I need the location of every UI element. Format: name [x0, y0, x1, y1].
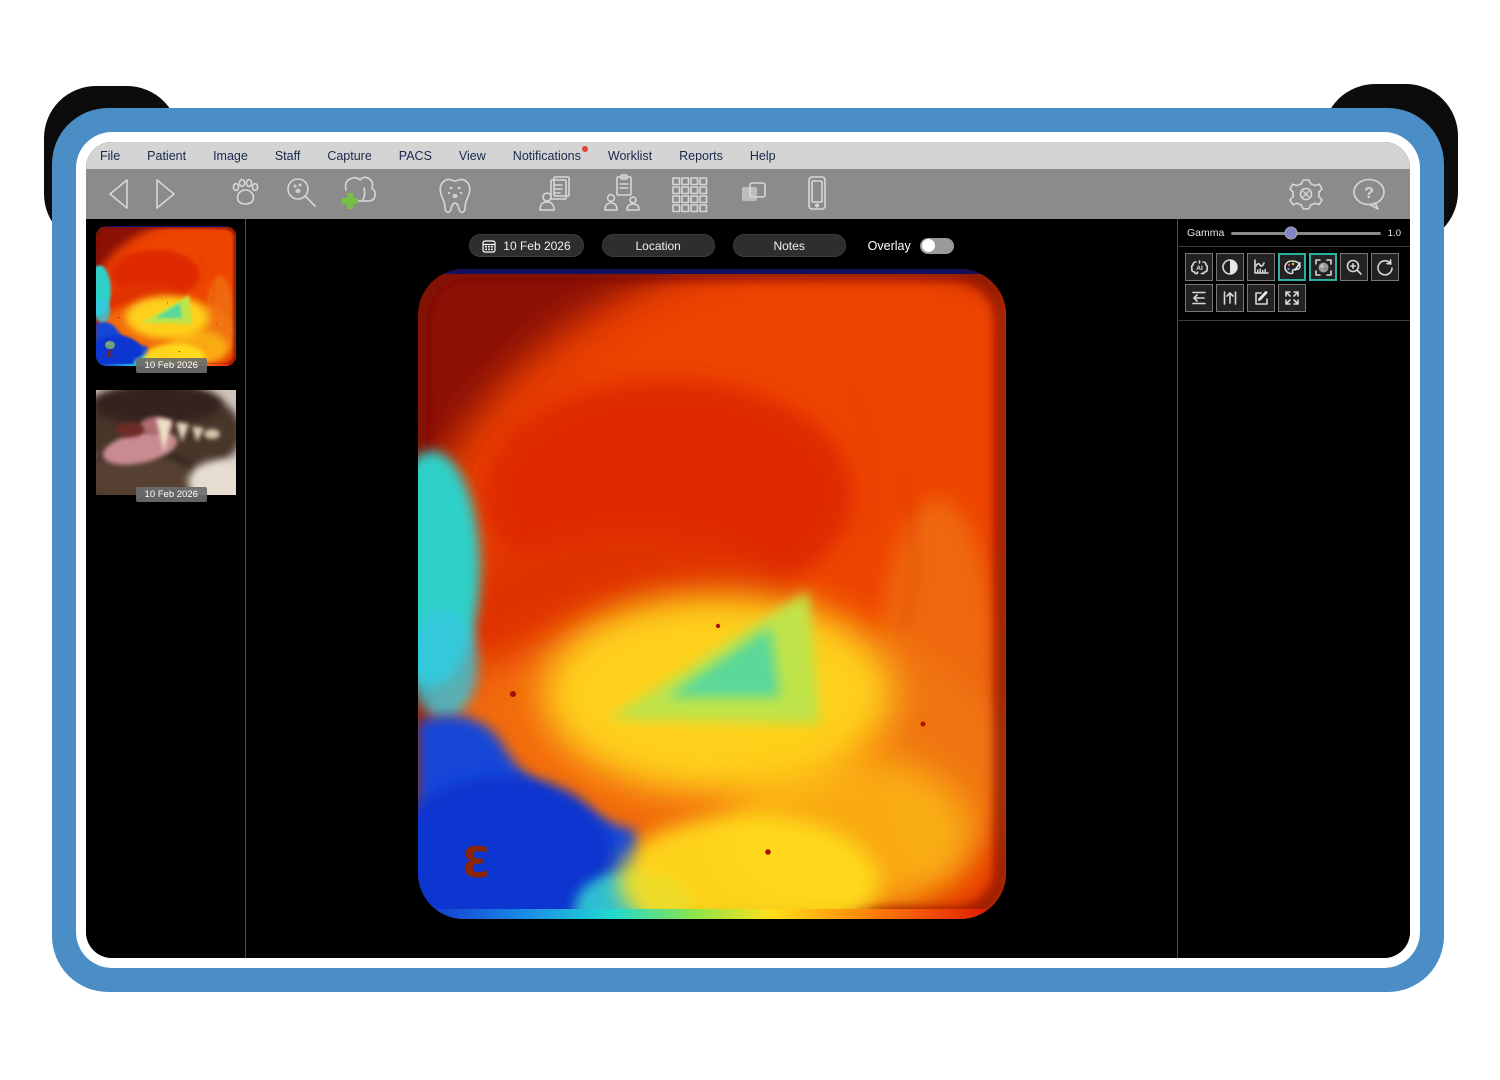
- presentation-frame: File Patient Image Staff Capture PACS Vi…: [52, 108, 1444, 992]
- toolbar: ?: [86, 169, 1410, 219]
- overlay-toggle[interactable]: [920, 238, 954, 254]
- overlay-control: Overlay: [868, 238, 954, 254]
- image-stage: [418, 257, 1006, 958]
- toggle-knob: [922, 239, 935, 252]
- previous-button[interactable]: [102, 174, 136, 214]
- settings-gear-icon[interactable]: [1286, 174, 1326, 214]
- contrast-button[interactable]: [1216, 253, 1244, 281]
- menu-staff[interactable]: Staff: [275, 149, 300, 163]
- gamma-slider-knob[interactable]: [1285, 227, 1298, 240]
- flip-horizontal-button[interactable]: [1185, 284, 1213, 312]
- zoom-in-button[interactable]: [1340, 253, 1368, 281]
- date-button[interactable]: 10 Feb 2026: [469, 234, 583, 257]
- menu-bar: File Patient Image Staff Capture PACS Vi…: [86, 142, 1410, 169]
- gamma-label: Gamma: [1187, 227, 1224, 239]
- mobile-sync-icon[interactable]: [800, 172, 834, 216]
- thumbnail-palette-icon: [104, 340, 116, 350]
- adjustment-panel: Gamma 1.0 AI: [1177, 219, 1410, 958]
- multi-view-icon[interactable]: [734, 174, 774, 214]
- menu-image[interactable]: Image: [213, 149, 248, 163]
- window-border: File Patient Image Staff Capture PACS Vi…: [76, 132, 1420, 968]
- notification-badge: [582, 146, 588, 152]
- menu-reports[interactable]: Reports: [679, 149, 723, 163]
- overlay-label: Overlay: [868, 239, 911, 253]
- rotate-button[interactable]: [1371, 253, 1399, 281]
- thumbnail-date-badge: 10 Feb 2026: [136, 358, 207, 373]
- app-window: File Patient Image Staff Capture PACS Vi…: [86, 142, 1410, 958]
- thumbnail-grid-icon[interactable]: [668, 173, 710, 215]
- thumbnail-sidebar: 10 Feb 2026: [86, 219, 246, 958]
- thumbnail-thermal[interactable]: 10 Feb 2026: [96, 226, 236, 366]
- menu-pacs[interactable]: PACS: [399, 149, 432, 163]
- svg-text:?: ?: [1364, 185, 1374, 202]
- next-button[interactable]: [148, 174, 182, 214]
- thermal-focus-button[interactable]: [1309, 253, 1337, 281]
- main-viewer: 10 Feb 2026 Location Notes Overlay: [246, 219, 1177, 958]
- gamma-control: Gamma 1.0: [1178, 219, 1410, 247]
- date-label: 10 Feb 2026: [503, 239, 570, 253]
- thumbnail-photo[interactable]: 10 Feb 2026: [96, 390, 236, 495]
- fullscreen-button[interactable]: [1278, 284, 1306, 312]
- menu-patient[interactable]: Patient: [147, 149, 186, 163]
- green-plus: [342, 193, 358, 209]
- patient-records-icon[interactable]: [600, 172, 646, 216]
- menu-worklist[interactable]: Worklist: [608, 149, 652, 163]
- paw-icon[interactable]: [226, 175, 264, 213]
- thumbnail-date-badge: 10 Feb 2026: [136, 487, 207, 502]
- gamma-value: 1.0: [1388, 228, 1401, 239]
- svg-text:AI: AI: [1196, 265, 1203, 272]
- content-area: 10 Feb 2026: [86, 219, 1410, 958]
- help-icon[interactable]: ?: [1348, 175, 1390, 213]
- menu-help[interactable]: Help: [750, 149, 776, 163]
- add-patient-icon[interactable]: [332, 172, 378, 216]
- dental-chart-icon[interactable]: [434, 172, 476, 216]
- page-background: File Patient Image Staff Capture PACS Vi…: [0, 0, 1500, 1080]
- ai-enhance-button[interactable]: AI: [1185, 253, 1213, 281]
- menu-view[interactable]: View: [459, 149, 486, 163]
- location-button[interactable]: Location: [602, 234, 715, 257]
- calendar-icon: [482, 239, 496, 253]
- flip-vertical-button[interactable]: [1216, 284, 1244, 312]
- annotate-button[interactable]: [1247, 284, 1275, 312]
- search-patient-icon[interactable]: [282, 174, 322, 214]
- viewer-topbar: 10 Feb 2026 Location Notes Overlay: [469, 234, 953, 257]
- menu-capture[interactable]: Capture: [327, 149, 371, 163]
- menu-notifications[interactable]: Notifications: [513, 149, 581, 163]
- histogram-levels-button[interactable]: [1247, 253, 1275, 281]
- staff-records-icon[interactable]: [534, 172, 578, 216]
- gamma-slider[interactable]: [1231, 232, 1380, 235]
- notes-button[interactable]: Notes: [733, 234, 846, 257]
- tool-grid: AI: [1178, 247, 1410, 321]
- color-palette-button[interactable]: [1278, 253, 1306, 281]
- thermal-image[interactable]: [418, 269, 1006, 919]
- menu-file[interactable]: File: [100, 149, 120, 163]
